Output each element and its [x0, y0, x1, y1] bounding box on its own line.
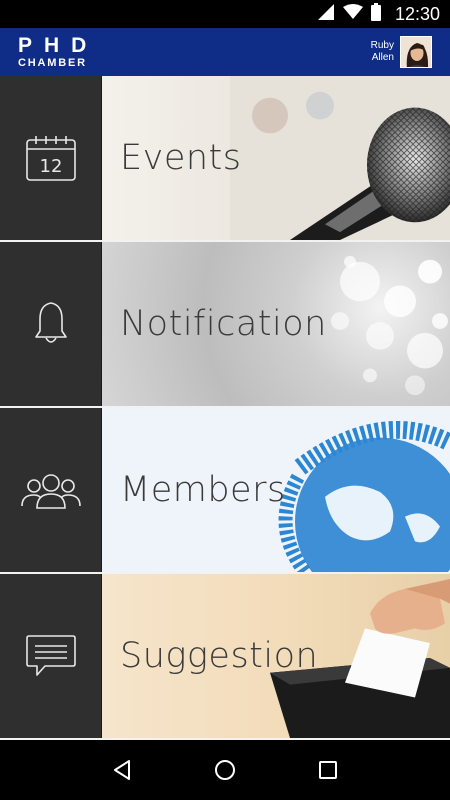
- menu-item-suggestion[interactable]: Suggestion: [0, 574, 450, 740]
- wifi-icon: [342, 3, 363, 25]
- logo-main-text: PHD: [18, 33, 99, 57]
- main-menu: 12 Events Notification Members Suggestio…: [0, 76, 450, 740]
- home-button[interactable]: [203, 748, 247, 792]
- tile-body-events: Events: [102, 76, 450, 240]
- group-icon: [20, 474, 81, 509]
- recents-button[interactable]: [306, 748, 350, 792]
- tile-icon-suggestion: [0, 574, 102, 738]
- status-icons: 12:30: [317, 2, 440, 26]
- home-icon: [214, 760, 235, 780]
- menu-label-events: Events: [120, 138, 242, 178]
- calendar-day: 12: [39, 156, 62, 177]
- signal-icon: [317, 3, 335, 26]
- tile-body-members: Members: [102, 408, 450, 572]
- menu-item-notification[interactable]: Notification: [0, 242, 450, 408]
- menu-item-events[interactable]: 12 Events: [0, 76, 450, 242]
- tile-body-notification: Notification: [102, 242, 450, 406]
- app-header: PHD CHAMBER Ruby Allen: [0, 28, 450, 76]
- battery-icon: [370, 2, 381, 26]
- user-name: Ruby Allen: [371, 40, 394, 64]
- recents-icon: [319, 761, 338, 779]
- tile-icon-members: [0, 408, 102, 572]
- back-button[interactable]: [100, 748, 144, 792]
- user-first-name: Ruby: [370, 40, 394, 51]
- user-profile[interactable]: Ruby Allen: [371, 36, 432, 68]
- tile-icon-notification: [0, 242, 102, 406]
- tile-body-suggestion: Suggestion: [102, 574, 450, 738]
- message-icon: [25, 635, 76, 676]
- logo-sub-text: CHAMBER: [18, 56, 87, 69]
- menu-label-members: Members: [120, 470, 286, 510]
- microphone-image: [230, 76, 450, 240]
- menu-item-members[interactable]: Members: [0, 408, 450, 574]
- app-logo[interactable]: PHD CHAMBER: [18, 33, 99, 69]
- status-time: 12:30: [394, 3, 440, 24]
- menu-label-suggestion: Suggestion: [120, 636, 319, 676]
- avatar[interactable]: [400, 36, 432, 68]
- status-bar: 12:30: [0, 0, 450, 28]
- calendar-icon: 12: [25, 136, 76, 181]
- system-nav-bar: [0, 740, 450, 800]
- user-last-name: Allen: [371, 52, 394, 63]
- tile-icon-events: 12: [0, 76, 102, 240]
- menu-label-notification: Notification: [120, 304, 327, 344]
- back-icon: [113, 760, 130, 780]
- bell-icon: [34, 302, 67, 343]
